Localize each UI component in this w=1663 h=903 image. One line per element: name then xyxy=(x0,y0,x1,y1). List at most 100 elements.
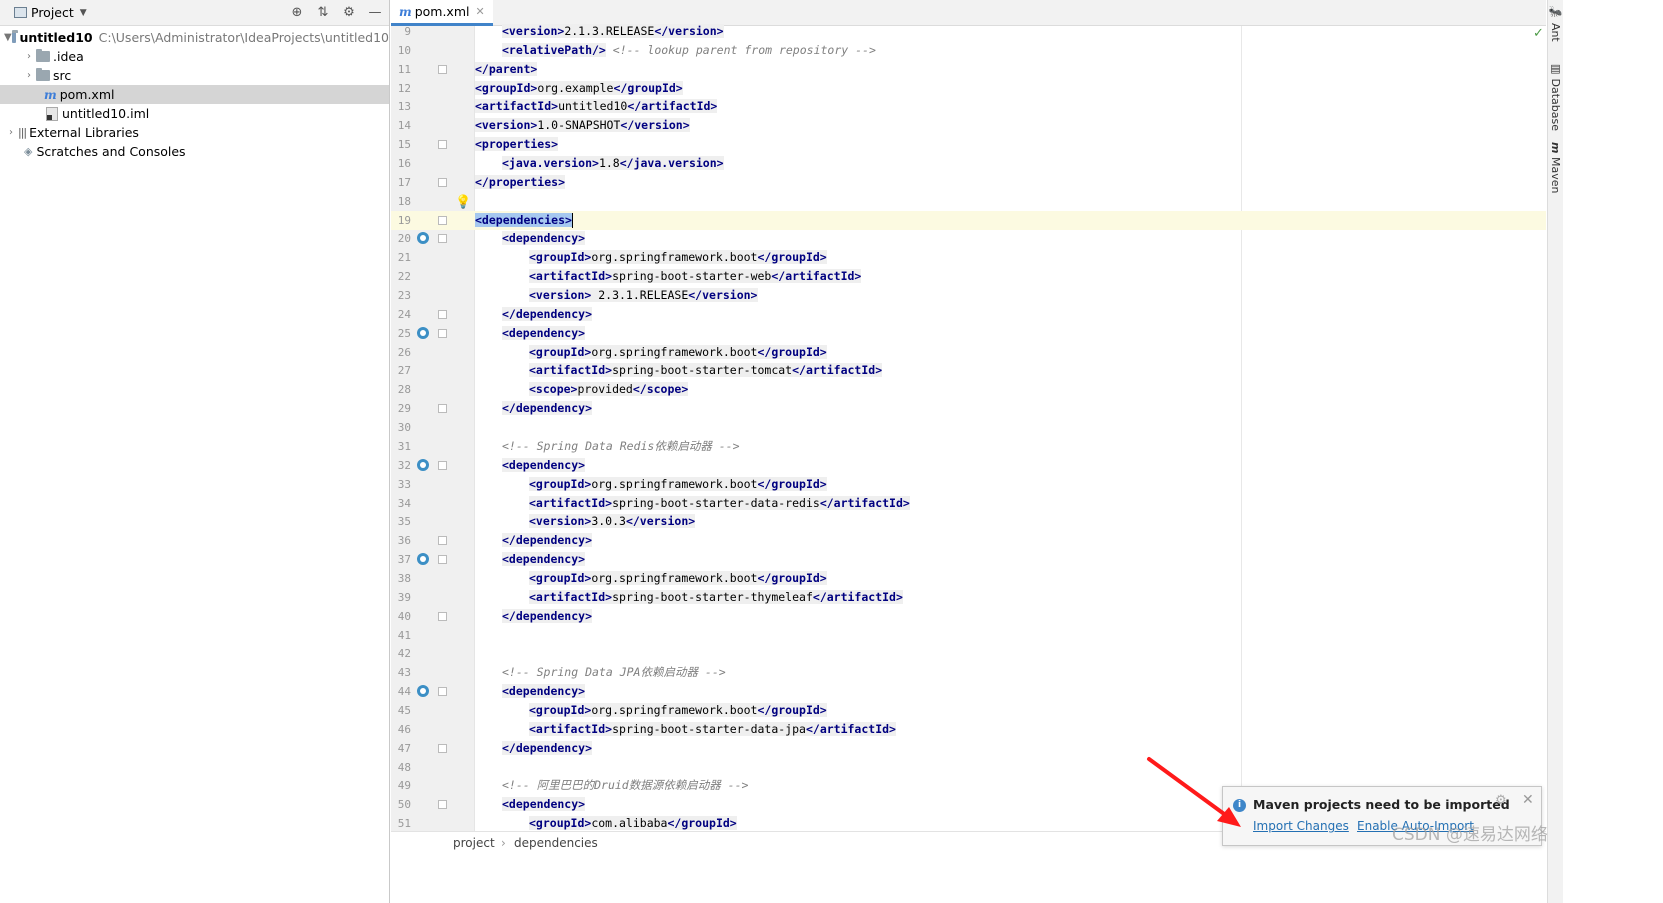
code-line[interactable]: 12 <groupId>org.example</groupId> xyxy=(391,79,1546,98)
code-line[interactable]: 45 <groupId>org.springframework.boot</gro… xyxy=(391,701,1546,720)
tree-item-scratches[interactable]: ◈ Scratches and Consoles xyxy=(0,142,389,161)
code-line[interactable]: 26 <groupId>org.springframework.boot</gro… xyxy=(391,343,1546,362)
dependency-gutter-icon[interactable] xyxy=(417,232,429,245)
code-line[interactable]: 42 xyxy=(391,644,1546,663)
tree-item-iml[interactable]: untitled10.iml xyxy=(0,104,389,123)
code-line[interactable]: 22 <artifactId>spring-boot-starter-web</a… xyxy=(391,267,1546,286)
chevron-down-icon[interactable]: ▼ xyxy=(80,8,87,18)
code-line[interactable]: 24 </dependency> xyxy=(391,305,1546,324)
dependency-gutter-icon[interactable] xyxy=(417,685,429,698)
code-line[interactable]: 33 <groupId>org.springframework.boot</gro… xyxy=(391,475,1546,494)
code-line[interactable]: 25 <dependency> xyxy=(391,324,1546,343)
line-number: 15 xyxy=(397,138,411,152)
code-line[interactable]: 43 <!-- Spring Data JPA依赖启动器 --> xyxy=(391,663,1546,682)
fold-marker-icon[interactable] xyxy=(438,328,447,338)
code-line[interactable]: 20 <dependency> xyxy=(391,229,1546,248)
dependency-gutter-icon[interactable] xyxy=(417,458,429,471)
code-line[interactable]: 18 💡 xyxy=(391,192,1546,211)
code-tag: </version> xyxy=(620,118,690,133)
minimize-icon[interactable]: — xyxy=(367,4,383,20)
tool-window-database[interactable]: ▤ Database xyxy=(1549,62,1562,131)
code-line[interactable]: 15 <properties> xyxy=(391,135,1546,154)
code-line[interactable]: 10 <relativePath/> <!-- lookup parent fro… xyxy=(391,41,1546,60)
chevron-down-icon[interactable]: ▼ xyxy=(4,32,12,43)
code-line[interactable]: 35 <version>3.0.3</version> xyxy=(391,512,1546,531)
code-line[interactable]: 48 xyxy=(391,758,1546,777)
fold-marker-icon[interactable] xyxy=(438,309,447,319)
fold-marker-icon[interactable] xyxy=(438,743,447,753)
gear-icon[interactable]: ⚙ xyxy=(1495,793,1507,808)
code-line[interactable]: 40 </dependency> xyxy=(391,607,1546,626)
chevron-right-icon[interactable]: › xyxy=(22,51,36,62)
fold-marker-icon[interactable] xyxy=(438,800,447,810)
fold-marker-icon[interactable] xyxy=(438,140,447,150)
fold-marker-icon[interactable] xyxy=(438,234,447,244)
code-comment: <!-- lookup parent from repository --> xyxy=(612,42,876,57)
code-line[interactable]: 31 <!-- Spring Data Redis依赖启动器 --> xyxy=(391,437,1546,456)
fold-marker-icon[interactable] xyxy=(438,215,447,225)
code-line[interactable]: 16 <java.version>1.8</java.version> xyxy=(391,154,1546,173)
fold-marker-icon[interactable] xyxy=(438,611,447,621)
code-tag xyxy=(606,43,613,57)
code-line[interactable]: 36 </dependency> xyxy=(391,531,1546,550)
tree-item-external-libraries[interactable]: › ||| External Libraries xyxy=(0,123,389,142)
fold-marker-icon[interactable] xyxy=(438,555,447,565)
tree-item-module[interactable]: ▼ untitled10 C:\Users\Administrator\Idea… xyxy=(0,28,389,47)
project-view-selector[interactable]: Project xyxy=(31,5,74,20)
chevron-right-icon[interactable]: › xyxy=(4,127,18,138)
fold-marker-icon[interactable] xyxy=(438,536,447,546)
code-line[interactable]: 46 <artifactId>spring-boot-starter-data-j… xyxy=(391,720,1546,739)
code-line[interactable]: 21 <groupId>org.springframework.boot</gro… xyxy=(391,248,1546,267)
breadcrumb-item[interactable]: dependencies xyxy=(514,836,598,850)
fold-marker-icon[interactable] xyxy=(438,177,447,187)
dependency-gutter-icon[interactable] xyxy=(417,326,429,339)
tool-window-maven[interactable]: m Maven xyxy=(1549,142,1562,193)
code-tag: <groupId> xyxy=(529,250,592,265)
code-line[interactable]: 37 <dependency> xyxy=(391,550,1546,569)
fold-marker-icon[interactable] xyxy=(438,404,447,414)
fold-marker-icon[interactable] xyxy=(438,460,447,470)
tool-window-label: Maven xyxy=(1549,156,1562,194)
code-line[interactable]: 44 <dependency> xyxy=(391,682,1546,701)
code-line[interactable]: 29 </dependency> xyxy=(391,399,1546,418)
fold-marker-icon[interactable] xyxy=(438,687,447,697)
code-line[interactable]: 47 </dependency> xyxy=(391,739,1546,758)
tool-window-ant[interactable]: 🐜 Ant xyxy=(1549,6,1562,42)
code-tag: <groupId> xyxy=(529,476,592,491)
import-changes-link[interactable]: Import Changes xyxy=(1253,819,1349,833)
close-icon[interactable]: ✕ xyxy=(475,5,484,18)
code-line[interactable]: 39 <artifactId>spring-boot-starter-thymel… xyxy=(391,588,1546,607)
code-line[interactable]: 23 <version> 2.3.1.RELEASE</version> xyxy=(391,286,1546,305)
gear-icon[interactable]: ⚙ xyxy=(341,4,357,20)
code-line[interactable]: 28 <scope>provided</scope> xyxy=(391,380,1546,399)
code-tag: </version> xyxy=(688,288,758,303)
close-icon[interactable]: ✕ xyxy=(1522,792,1534,808)
code-comment: <!-- Spring Data Redis依赖启动器 --> xyxy=(502,438,740,453)
code-line[interactable]: 9 <version>2.1.3.RELEASE</version> xyxy=(391,22,1546,41)
code-tag: </dependency> xyxy=(502,533,593,548)
tree-item-pom[interactable]: m pom.xml xyxy=(0,85,389,104)
code-line[interactable]: 13 <artifactId>untitled10</artifactId> xyxy=(391,97,1546,116)
chevron-right-icon[interactable]: › xyxy=(22,70,36,81)
line-number: 21 xyxy=(397,251,411,265)
code-line[interactable]: 34 <artifactId>spring-boot-starter-data-r… xyxy=(391,494,1546,513)
editor: m pom.xml ✕ 9 <version>2.1.3.RELEASE</ver… xyxy=(391,0,1546,903)
line-number: 39 xyxy=(397,590,411,604)
tree-item-idea[interactable]: › .idea xyxy=(0,47,389,66)
collapse-all-icon[interactable]: ⇅ xyxy=(315,4,331,20)
tree-item-src[interactable]: › src xyxy=(0,66,389,85)
dependency-gutter-icon[interactable] xyxy=(417,553,429,566)
code-line[interactable]: 14 <version>1.0-SNAPSHOT</version> xyxy=(391,116,1546,135)
intention-bulb-icon[interactable]: 💡 xyxy=(455,193,471,212)
breadcrumb-item[interactable]: project xyxy=(453,836,495,850)
code-line[interactable]: 27 <artifactId>spring-boot-starter-tomcat… xyxy=(391,361,1546,380)
locate-target-icon[interactable]: ⊕ xyxy=(289,4,305,20)
fold-marker-icon[interactable] xyxy=(438,64,447,74)
code-line[interactable]: 41 xyxy=(391,626,1546,645)
code-line[interactable]: 38 <groupId>org.springframework.boot</gro… xyxy=(391,569,1546,588)
code-line[interactable]: 11 </parent> xyxy=(391,60,1546,79)
code-line[interactable]: 32 <dependency> xyxy=(391,456,1546,475)
code-line[interactable]: 19 <dependencies> xyxy=(391,210,1546,230)
code-line[interactable]: 30 xyxy=(391,418,1546,437)
code-line[interactable]: 17 </properties> xyxy=(391,173,1546,192)
